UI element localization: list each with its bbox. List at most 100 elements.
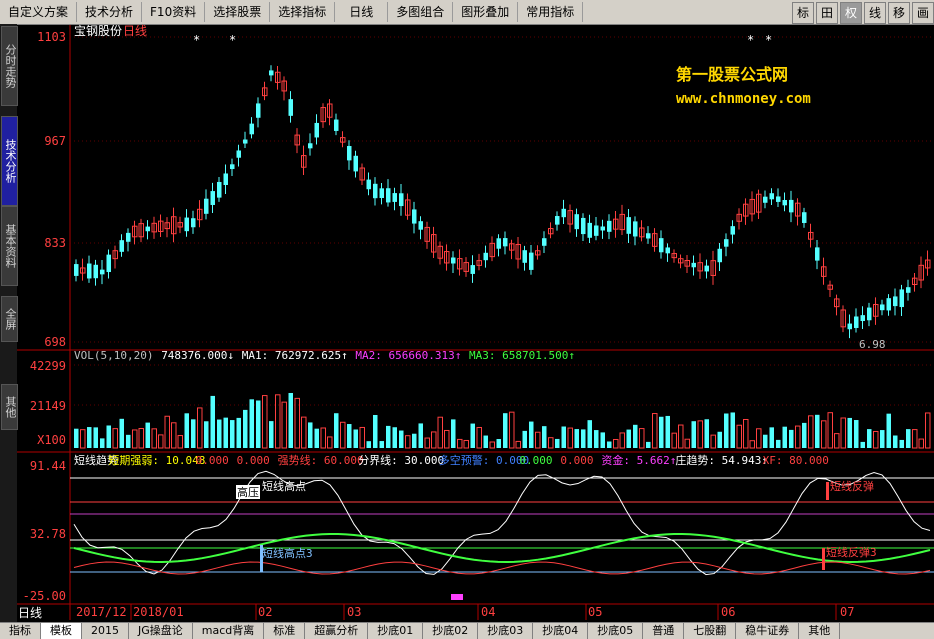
tab-bottom02[interactable]: 抄底02 — [423, 623, 479, 639]
legend-entry: 短线趋势 — [74, 453, 118, 467]
sidebar-tab-tech[interactable]: 技术分析 — [1, 116, 18, 206]
tab-other[interactable]: 其他 — [799, 623, 841, 639]
bottom-tab-bar: 指标 模板 2015 JG操盘论 macd背离 标准 超赢分析 抄底01 抄底0… — [0, 622, 934, 639]
rights-button[interactable]: 权 — [840, 2, 862, 24]
legend-entry: 0.000 — [519, 454, 552, 467]
tab-indicator[interactable]: 指标 — [0, 623, 41, 639]
legend-entry: MA1: 762972.625↑ — [242, 349, 348, 362]
candle-body — [243, 139, 248, 144]
candle-body — [366, 179, 371, 190]
volume-bar — [483, 435, 488, 448]
candle-body — [840, 309, 846, 328]
volume-bar — [782, 426, 787, 448]
candle-body — [158, 220, 164, 232]
grid-button[interactable]: 田 — [816, 2, 838, 24]
line-button[interactable]: 线 — [864, 2, 886, 24]
candle-body — [697, 262, 703, 272]
sidebar-tab-other[interactable]: 其他 — [1, 384, 18, 430]
candle-body — [373, 183, 378, 199]
candle-body — [281, 80, 287, 92]
rebound-bar — [826, 482, 829, 500]
candle-body — [138, 223, 144, 238]
volume-bar — [730, 412, 735, 448]
stock-title: 宝钢股份 — [74, 24, 122, 38]
candle-body — [743, 203, 749, 217]
menu-daily[interactable]: 日线 — [335, 2, 389, 22]
candle-body — [646, 233, 651, 239]
volume-bar — [431, 431, 437, 449]
candle-body — [567, 210, 573, 225]
volume-bar — [522, 430, 527, 448]
menu-f10[interactable]: F10资料 — [142, 2, 206, 22]
volume-bar — [320, 427, 326, 449]
candle-body — [437, 245, 443, 259]
volume-bar — [138, 427, 144, 449]
menu-select-stock[interactable]: 选择股票 — [205, 2, 271, 22]
candle-body — [749, 198, 755, 215]
tab-jg[interactable]: JG操盘论 — [129, 623, 193, 639]
candle-body — [795, 202, 801, 217]
volume-bar — [191, 419, 196, 448]
candle-body — [119, 240, 124, 252]
candle-body — [854, 316, 859, 328]
date-tick-4: 04 — [481, 605, 495, 619]
candle-body — [587, 222, 592, 238]
tab-macd[interactable]: macd背离 — [193, 623, 265, 639]
sidebar-tab-intraday[interactable]: 分时走势 — [1, 26, 18, 106]
star-marker: * — [229, 33, 236, 47]
date-tick-6: 06 — [721, 605, 735, 619]
candle-body — [827, 284, 833, 290]
tab-normal[interactable]: 普通 — [643, 623, 685, 639]
menu-multi-chart[interactable]: 多图组合 — [388, 2, 454, 22]
volume-bar — [308, 422, 313, 448]
sidebar-tab-fullscreen[interactable]: 全屏 — [1, 296, 18, 342]
draw-button[interactable]: 画 — [912, 2, 934, 24]
tab-2015[interactable]: 2015 — [82, 623, 129, 639]
candle-body — [763, 196, 768, 203]
candle-body — [431, 234, 437, 253]
menu-overlay[interactable]: 图形叠加 — [453, 2, 519, 22]
candle-body — [424, 226, 430, 242]
volume-bar — [749, 440, 755, 449]
sidebar-tab-basic[interactable]: 基本资料 — [1, 206, 18, 286]
tab-wenniu[interactable]: 稳牛证券 — [736, 623, 800, 639]
mark-button[interactable]: 标 — [792, 2, 814, 24]
tab-qigufan[interactable]: 七股翻 — [684, 623, 737, 639]
volume-bar — [451, 419, 456, 448]
short-high3-bar — [260, 545, 263, 572]
candlestick-series: * * * * — [74, 33, 931, 339]
tab-template[interactable]: 模板 — [41, 623, 82, 639]
candle-body — [93, 264, 98, 279]
tab-bottom04[interactable]: 抄底04 — [533, 623, 589, 639]
candle-body — [918, 264, 924, 281]
volume-bar — [496, 439, 501, 448]
indicator-lines — [73, 470, 931, 600]
candle-body — [249, 123, 254, 135]
candle-body — [100, 269, 105, 275]
candle-body — [561, 208, 566, 218]
candle-body — [867, 307, 872, 321]
menu-custom-scheme[interactable]: 自定义方案 — [0, 2, 78, 22]
volume-bar — [340, 421, 346, 449]
candle-body — [542, 238, 547, 246]
candle-body — [184, 217, 189, 232]
volume-bar — [353, 429, 358, 448]
menu-common-indicator[interactable]: 常用指标 — [518, 2, 584, 22]
tab-bottom01[interactable]: 抄底01 — [368, 623, 424, 639]
star-marker: * — [747, 33, 754, 47]
candle-body — [132, 225, 138, 238]
tab-bottom05[interactable]: 抄底05 — [588, 623, 644, 639]
volume-bar — [854, 420, 859, 448]
volume-bar — [243, 409, 248, 448]
volume-bar — [776, 439, 781, 448]
tab-super[interactable]: 超赢分析 — [305, 623, 369, 639]
move-button[interactable]: 移 — [888, 2, 910, 24]
menu-tech-analysis[interactable]: 技术分析 — [77, 2, 143, 22]
menu-select-indicator[interactable]: 选择指标 — [270, 2, 336, 22]
candle-body — [145, 226, 150, 232]
legend-entry: 0.000 — [196, 454, 229, 467]
volume-bar — [373, 414, 378, 448]
tab-bottom03[interactable]: 抄底03 — [478, 623, 534, 639]
tab-standard[interactable]: 标准 — [264, 623, 306, 639]
candle-body — [405, 199, 411, 216]
